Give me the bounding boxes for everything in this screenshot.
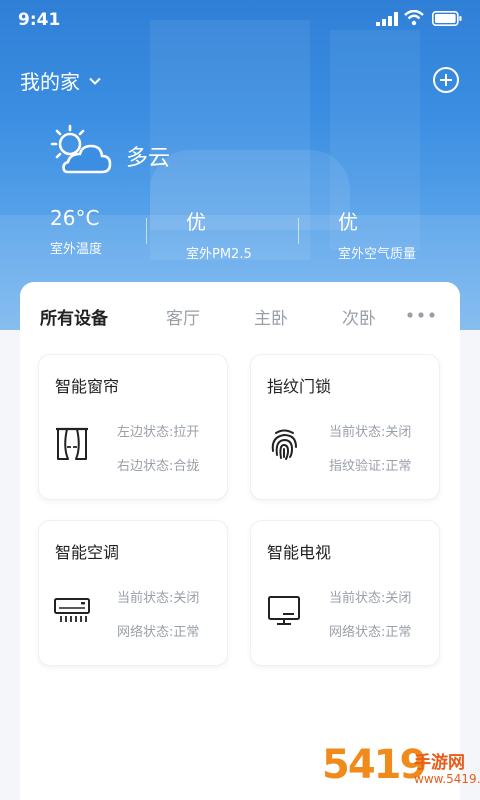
- device-status: 左边状态:拉开: [117, 425, 200, 440]
- stat-label: 室外PM2.5: [186, 247, 252, 262]
- device-panel: 所有设备 客厅 主卧 次卧 智能窗帘 左边状态:拉开 右边状态:合拢 指纹门锁: [20, 282, 460, 800]
- device-status: 当前状态:关闭: [329, 591, 412, 606]
- stat-label: 室外温度: [50, 242, 103, 257]
- add-icon[interactable]: [432, 66, 460, 94]
- chevron-down-icon: [89, 77, 101, 85]
- more-icon[interactable]: [406, 310, 436, 320]
- device-name: 智能电视: [267, 543, 332, 562]
- watermark-url: www.5419.cn: [414, 772, 480, 786]
- device-status: 网络状态:正常: [329, 625, 412, 640]
- tab-all-devices[interactable]: 所有设备: [40, 304, 108, 329]
- stat-value: 26°C: [50, 206, 100, 230]
- device-card-tv[interactable]: 智能电视 当前状态:关闭 网络状态:正常: [250, 520, 440, 666]
- status-time: 9:41: [18, 10, 61, 30]
- divider: [298, 218, 299, 244]
- device-card-air-conditioner[interactable]: 智能空调 当前状态:关闭 网络状态:正常: [38, 520, 228, 666]
- partly-cloudy-icon: [50, 124, 112, 174]
- status-bar: 9:41: [0, 0, 480, 40]
- stat-value: 优: [186, 210, 206, 234]
- room-tabs: 所有设备 客厅 主卧 次卧: [20, 282, 460, 342]
- outdoor-pm25: 优 室外PM2.5: [186, 206, 252, 262]
- home-name: 我的家: [20, 70, 80, 94]
- weather-condition: 多云: [126, 146, 171, 171]
- tv-icon: [268, 596, 300, 625]
- device-status: 当前状态:关闭: [117, 591, 200, 606]
- home-selector[interactable]: 我的家: [20, 66, 102, 95]
- wifi-icon: [404, 10, 424, 26]
- device-status: 右边状态:合拢: [117, 459, 200, 474]
- device-status: 指纹验证:正常: [329, 459, 412, 474]
- device-card-curtain[interactable]: 智能窗帘 左边状态:拉开 右边状态:合拢: [38, 354, 228, 500]
- device-name: 指纹门锁: [267, 377, 332, 396]
- tab-master-bedroom[interactable]: 主卧: [254, 304, 288, 329]
- watermark-text: 手游网: [414, 753, 465, 773]
- stat-label: 室外空气质量: [338, 247, 417, 262]
- site-watermark: 5419 手游网 www.5419.cn: [322, 742, 480, 798]
- outdoor-temperature: 26°C 室外温度: [50, 206, 102, 257]
- curtain-icon: [56, 427, 88, 460]
- cellular-signal-icon: [376, 12, 398, 26]
- device-name: 智能窗帘: [55, 377, 120, 396]
- tab-living-room[interactable]: 客厅: [166, 304, 200, 329]
- device-card-door-lock[interactable]: 指纹门锁 当前状态:关闭 指纹验证:正常: [250, 354, 440, 500]
- air-conditioner-icon: [54, 598, 90, 622]
- stat-value: 优: [338, 210, 358, 234]
- tab-second-bedroom[interactable]: 次卧: [342, 304, 376, 329]
- device-status: 当前状态:关闭: [329, 425, 412, 440]
- outdoor-air-quality: 优 室外空气质量: [338, 206, 416, 262]
- watermark-number: 5419: [322, 742, 427, 788]
- device-status: 网络状态:正常: [117, 625, 200, 640]
- divider: [146, 218, 147, 244]
- fingerprint-icon: [271, 429, 297, 460]
- device-name: 智能空调: [55, 543, 120, 562]
- battery-icon: [432, 11, 462, 26]
